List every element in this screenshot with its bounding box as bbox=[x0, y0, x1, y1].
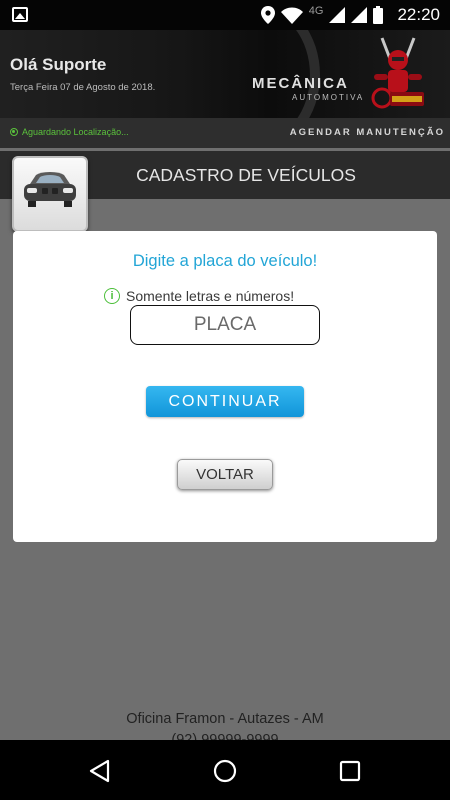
signal-icon bbox=[351, 7, 368, 23]
back-button[interactable]: VOLTAR bbox=[177, 459, 273, 490]
brand-name: MECÂNICA bbox=[252, 75, 349, 92]
date-text: Terça Feira 07 de Agosto de 2018. bbox=[10, 82, 156, 93]
network-type: 4G bbox=[308, 5, 324, 17]
location-dot-icon bbox=[10, 128, 18, 136]
status-icons: 4G 22:20 bbox=[260, 0, 440, 30]
wifi-icon bbox=[280, 7, 303, 24]
footer-address: Oficina Framon - Autazes - AM bbox=[126, 711, 324, 727]
location-icon bbox=[260, 6, 275, 24]
plate-hint-text: Somente letras e números! bbox=[126, 288, 295, 304]
back-nav-button[interactable] bbox=[86, 758, 112, 784]
image-icon bbox=[12, 7, 28, 22]
plate-input[interactable] bbox=[130, 305, 320, 345]
plate-prompt: Digite a placa do veículo! bbox=[132, 252, 318, 270]
navigation-bar bbox=[0, 740, 450, 800]
plate-hint: i Somente letras e números! bbox=[104, 288, 294, 304]
plate-form-card: Digite a placa do veículo! i Somente let… bbox=[13, 231, 437, 542]
back-triangle-icon bbox=[89, 759, 110, 783]
schedule-maintenance-link[interactable]: AGENDAR MANUTENÇÃO bbox=[290, 127, 445, 138]
greeting-text: Olá Suporte bbox=[10, 55, 107, 74]
location-bar: Aguardando Localização... AGENDAR MANUTE… bbox=[0, 118, 450, 148]
clock: 22:20 bbox=[397, 5, 440, 24]
recents-square-icon bbox=[339, 760, 361, 782]
location-status: Aguardando Localização... bbox=[10, 127, 129, 137]
mascot-logo-icon bbox=[371, 37, 424, 109]
location-status-text: Aguardando Localização... bbox=[22, 127, 129, 137]
brand-subtitle: AUTOMOTIVA bbox=[292, 93, 365, 102]
home-circle-icon bbox=[213, 759, 237, 783]
continue-button[interactable]: CONTINUAR bbox=[146, 386, 304, 417]
status-bar: 4G 22:20 bbox=[0, 0, 450, 30]
recents-nav-button[interactable] bbox=[337, 758, 363, 784]
info-icon: i bbox=[104, 288, 120, 304]
home-nav-button[interactable] bbox=[212, 758, 238, 784]
battery-icon bbox=[373, 6, 384, 24]
header-banner: Olá Suporte Terça Feira 07 de Agosto de … bbox=[0, 30, 450, 118]
decorative-swoosh bbox=[200, 30, 320, 118]
car-icon-badge bbox=[12, 156, 88, 232]
signal-icon bbox=[329, 7, 346, 23]
car-icon bbox=[24, 172, 76, 207]
